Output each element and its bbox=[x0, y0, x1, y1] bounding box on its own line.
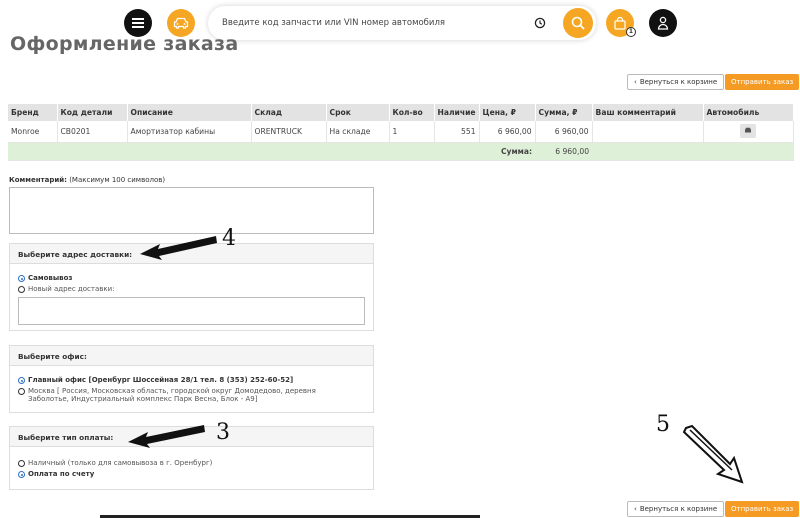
office-title: Выберите офис: bbox=[10, 346, 373, 366]
office-option-main[interactable]: Главный офис [Оренбург Шоссейная 28/1 те… bbox=[18, 376, 293, 384]
car-select-button[interactable] bbox=[740, 124, 757, 139]
send-order-button[interactable]: Отправить заказ bbox=[725, 74, 800, 90]
delivery-option-new[interactable]: Новый адрес доставки: bbox=[18, 285, 115, 293]
office-option-main-label: Главный офис [Оренбург Шоссейная 28/1 те… bbox=[28, 376, 294, 384]
radio-checked-icon[interactable] bbox=[18, 275, 25, 282]
total-empty bbox=[592, 142, 794, 161]
search-input[interactable] bbox=[222, 15, 522, 31]
cell-term: На складе bbox=[326, 121, 390, 143]
cell-car bbox=[703, 121, 795, 143]
annotation-label-4: 4 bbox=[222, 226, 236, 251]
chevron-left-icon: ‹ bbox=[634, 505, 637, 513]
cell-sum: 6 960,00 bbox=[535, 121, 593, 143]
delivery-option-pickup[interactable]: Самовывоз bbox=[18, 274, 72, 282]
total-value: 6 960,00 bbox=[535, 142, 593, 161]
send-order-label: Отправить заказ bbox=[731, 78, 794, 86]
radio-unchecked-icon[interactable] bbox=[18, 388, 25, 395]
cell-brand: Monroe bbox=[8, 121, 58, 143]
page-title: Оформление заказа bbox=[10, 33, 239, 55]
col-description: Описание bbox=[127, 104, 252, 121]
cell-qty: 1 bbox=[389, 121, 435, 143]
comment-label: Комментарий: (Максимум 100 символов) bbox=[9, 176, 165, 184]
col-warehouse: Склад bbox=[251, 104, 327, 121]
back-to-cart-label: Вернуться к корзине bbox=[639, 78, 718, 86]
back-to-cart-button-bottom[interactable]: ‹ Вернуться к корзине bbox=[627, 501, 725, 517]
total-row: Сумма: 6 960,00 bbox=[8, 142, 794, 161]
search-bar bbox=[208, 6, 596, 40]
send-order-button-bottom[interactable]: Отправить заказ bbox=[725, 501, 800, 517]
cell-description: Амортизатор кабины bbox=[127, 121, 252, 143]
office-option-moscow-label: Москва [ Россия, Московская область, гор… bbox=[28, 387, 316, 403]
col-comment: Ваш комментарий bbox=[592, 104, 704, 121]
cell-comment[interactable] bbox=[592, 121, 704, 143]
comment-label-title: Комментарий: bbox=[9, 176, 67, 184]
col-brand: Бренд bbox=[8, 104, 58, 121]
back-to-cart-label: Вернуться к корзине bbox=[639, 505, 718, 513]
cell-stock: 551 bbox=[434, 121, 480, 143]
radio-unchecked-icon[interactable] bbox=[18, 460, 25, 467]
office-panel: Выберите офис: Главный офис [Оренбург Шо… bbox=[9, 345, 374, 413]
comment-label-hint: (Максимум 100 символов) bbox=[69, 176, 166, 184]
col-sum: Сумма, ₽ bbox=[535, 104, 593, 121]
col-code: Код детали bbox=[57, 104, 128, 121]
cell-warehouse: ORENTRUCK bbox=[251, 121, 327, 143]
search-icon bbox=[571, 16, 585, 30]
table-row: Monroe CB0201 Амортизатор кабины ORENTRU… bbox=[8, 121, 795, 143]
order-table: Бренд Код детали Описание Склад Срок Кол… bbox=[8, 104, 795, 161]
radio-unchecked-icon[interactable] bbox=[18, 286, 25, 293]
car-icon bbox=[745, 128, 752, 133]
payment-option-cash[interactable]: Наличный (только для самовывоза в г. Оре… bbox=[18, 459, 212, 467]
user-icon bbox=[657, 16, 669, 30]
menu-icon bbox=[132, 18, 144, 28]
table-header-row: Бренд Код детали Описание Склад Срок Кол… bbox=[8, 104, 795, 121]
col-car: Автомобиль bbox=[703, 104, 795, 121]
delivery-option-pickup-label: Самовывоз bbox=[28, 274, 73, 282]
annotation-arrow-5 bbox=[682, 424, 744, 484]
delivery-option-new-label: Новый адрес доставки: bbox=[28, 285, 115, 293]
annotation-arrow-4 bbox=[140, 236, 217, 260]
back-to-cart-button[interactable]: ‹ Вернуться к корзине bbox=[627, 74, 725, 90]
new-address-textarea[interactable] bbox=[18, 297, 365, 325]
cell-price: 6 960,00 bbox=[479, 121, 536, 143]
chevron-left-icon: ‹ bbox=[634, 78, 637, 86]
col-qty: Кол-во bbox=[389, 104, 435, 121]
total-label: Сумма: bbox=[8, 142, 536, 161]
profile-button[interactable] bbox=[649, 9, 677, 37]
annotation-arrow-3 bbox=[128, 425, 205, 448]
send-order-label: Отправить заказ bbox=[731, 505, 794, 513]
annotation-label-3: 3 bbox=[216, 420, 230, 445]
col-term: Срок bbox=[326, 104, 390, 121]
comment-textarea[interactable] bbox=[9, 187, 374, 234]
payment-option-invoice-label: Оплата по счету bbox=[28, 470, 95, 478]
payment-option-cash-label: Наличный (только для самовывоза в г. Оре… bbox=[28, 459, 213, 467]
shopping-bag-icon bbox=[614, 16, 626, 30]
col-stock: Наличие bbox=[434, 104, 480, 121]
search-button[interactable] bbox=[563, 8, 593, 38]
car-icon bbox=[173, 17, 189, 29]
annotation-label-5: 5 bbox=[656, 412, 670, 437]
col-price: Цена, ₽ bbox=[479, 104, 536, 121]
radio-checked-icon[interactable] bbox=[18, 471, 25, 478]
cell-code: CB0201 bbox=[57, 121, 128, 143]
cart-count-badge: 1 bbox=[626, 27, 636, 37]
office-option-moscow[interactable]: Москва [ Россия, Московская область, гор… bbox=[18, 387, 348, 403]
payment-option-invoice[interactable]: Оплата по счету bbox=[18, 470, 94, 478]
history-icon[interactable] bbox=[534, 17, 546, 29]
radio-checked-icon[interactable] bbox=[18, 377, 25, 384]
